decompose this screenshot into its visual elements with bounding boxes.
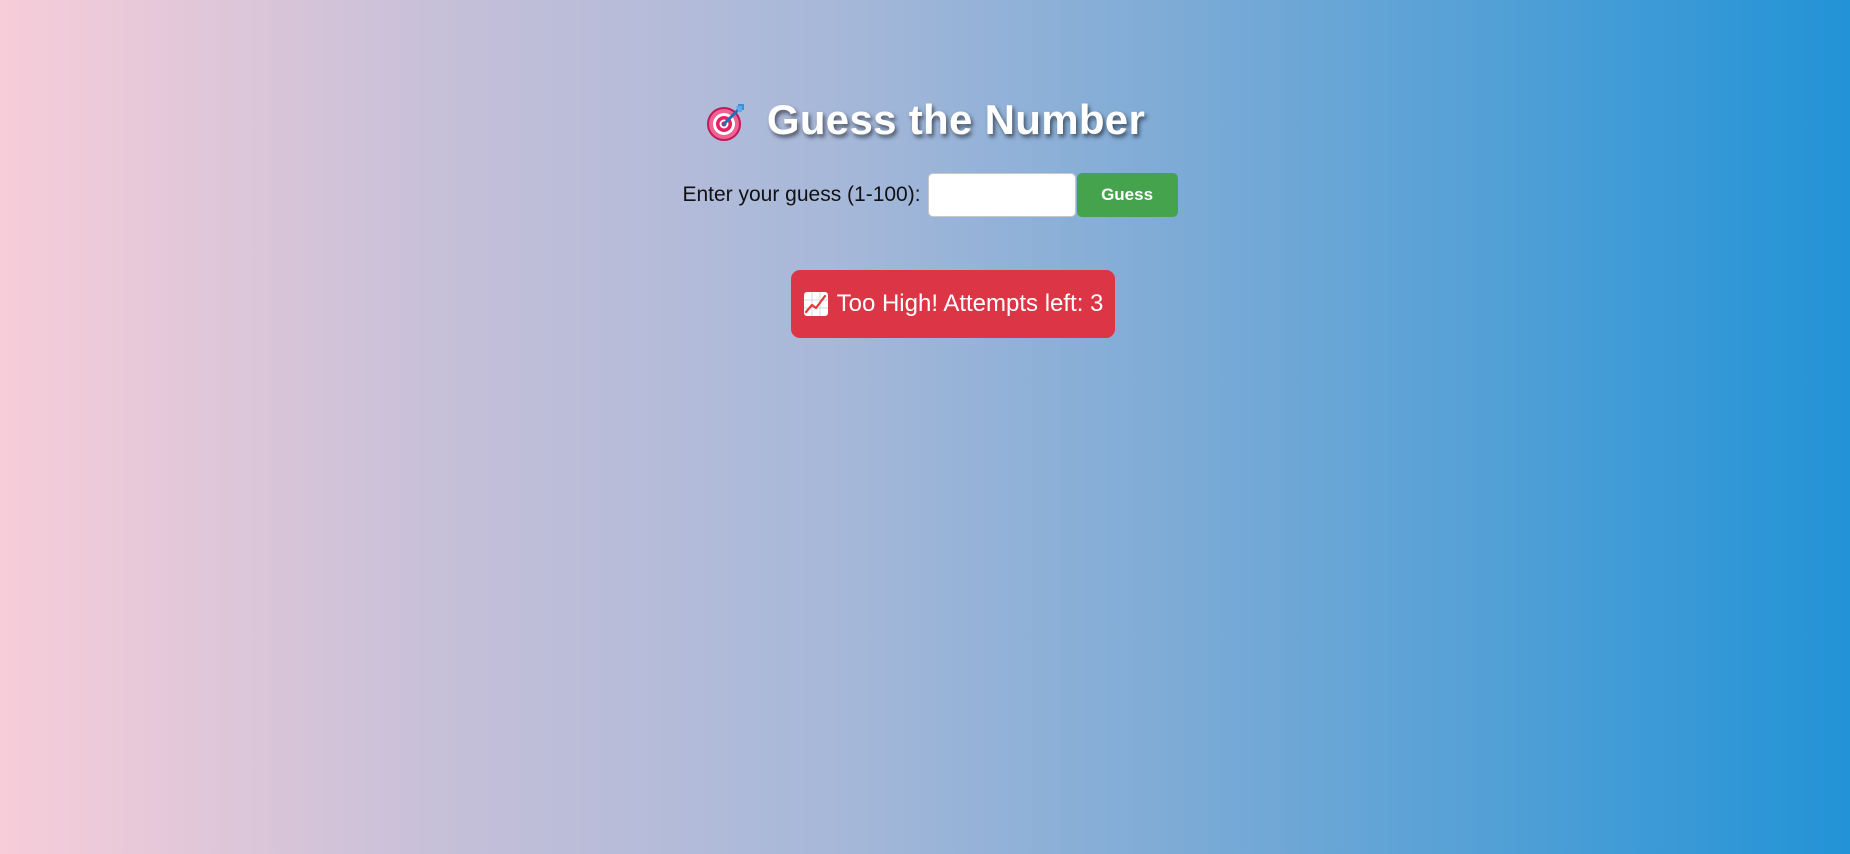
page-title: Guess the Number — [766, 96, 1146, 143]
feedback-text: Too High! Attempts left: 3 — [836, 290, 1104, 317]
feedback-message: Too High! Attempts left: 3 — [791, 270, 1115, 338]
guess-label: Enter your guess (1-100): — [682, 183, 921, 206]
target-icon — [705, 101, 747, 143]
guess-button[interactable]: Guess — [1076, 173, 1178, 217]
guess-input[interactable] — [927, 173, 1076, 217]
title-row: Guess the Number — [0, 96, 1850, 144]
guess-form: Enter your guess (1-100): Guess — [0, 173, 1850, 217]
chart-increasing-icon — [803, 291, 829, 317]
